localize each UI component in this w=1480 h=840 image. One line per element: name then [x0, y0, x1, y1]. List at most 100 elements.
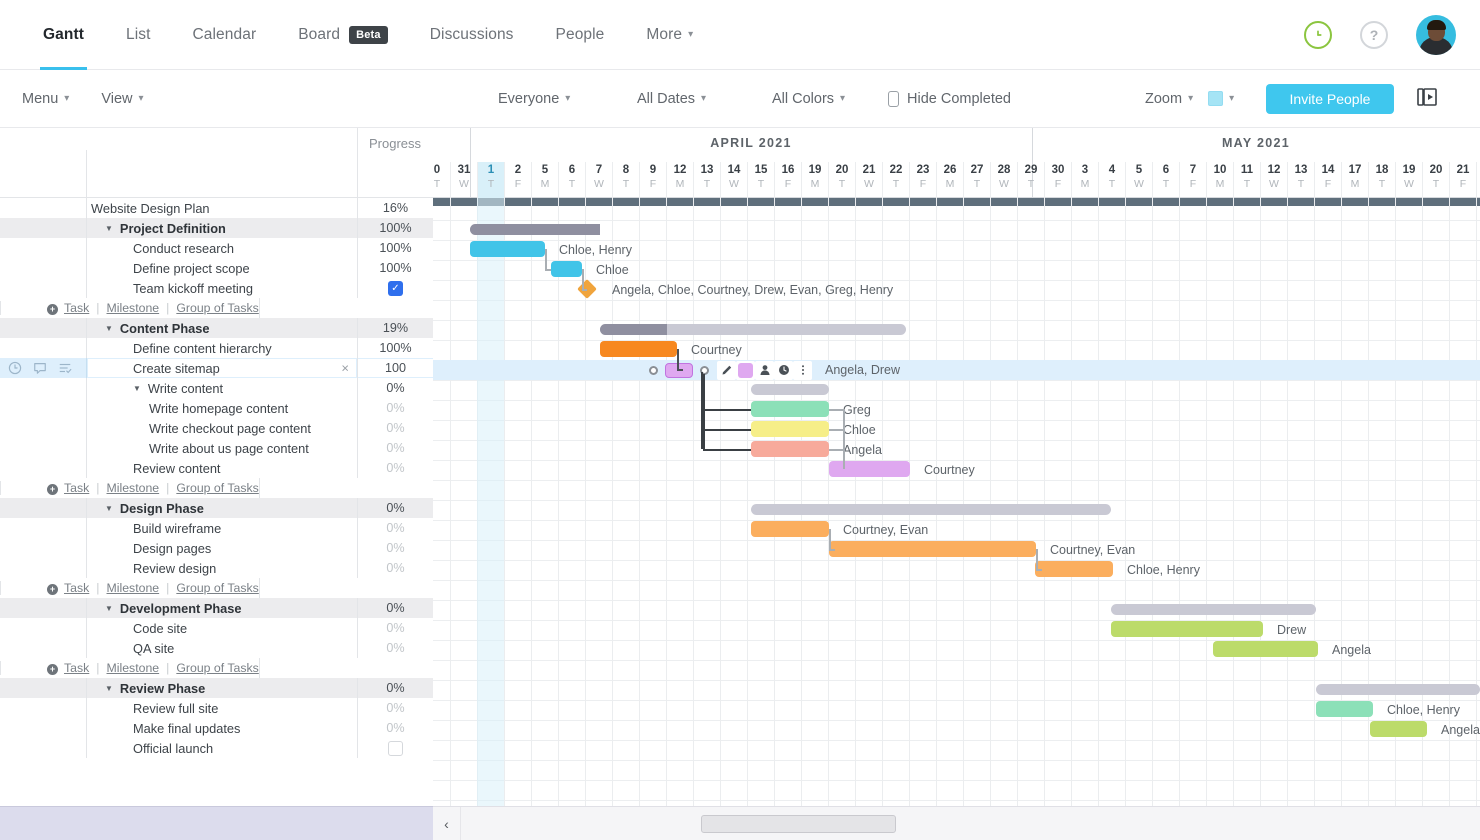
add-task-link[interactable]: Task: [64, 661, 89, 675]
task-bar[interactable]: [751, 521, 829, 537]
task-bar[interactable]: [1370, 721, 1427, 737]
task-name-cell[interactable]: ▼ Development Phase: [86, 598, 357, 618]
day-column-header[interactable]: 2F: [504, 162, 531, 198]
progress-cell[interactable]: ✓: [357, 278, 433, 298]
day-column-header[interactable]: 6T: [1152, 162, 1179, 198]
clock-icon[interactable]: [774, 360, 793, 380]
summary-bar[interactable]: [600, 324, 906, 335]
task-row[interactable]: Website Design Plan 16%: [0, 198, 433, 218]
day-column-header[interactable]: 1T: [477, 162, 504, 198]
tab-list[interactable]: List: [105, 0, 172, 70]
day-column-header[interactable]: 4T: [1098, 162, 1125, 198]
tab-board[interactable]: Board Beta: [277, 0, 409, 70]
task-row[interactable]: Code site 0%: [0, 618, 433, 638]
progress-cell[interactable]: 16%: [357, 198, 433, 218]
task-bar[interactable]: [600, 341, 677, 357]
progress-cell[interactable]: 0%: [357, 618, 433, 638]
task-row[interactable]: QA site 0%: [0, 638, 433, 658]
horizontal-scrollbar[interactable]: ‹: [433, 806, 1480, 840]
help-icon[interactable]: ?: [1360, 20, 1388, 49]
task-name-cell[interactable]: Review design: [86, 558, 357, 578]
collapse-triangle-icon[interactable]: ▼: [105, 224, 113, 233]
avatar[interactable]: [1416, 14, 1456, 55]
day-column-header[interactable]: 27 T: [963, 162, 990, 198]
progress-cell[interactable]: 0%: [357, 698, 433, 718]
day-column-header[interactable]: 18 T: [1368, 162, 1395, 198]
day-column-header[interactable]: 30 F: [1044, 162, 1071, 198]
progress-cell[interactable]: [357, 358, 433, 378]
everyone-filter[interactable]: Everyone ▾: [498, 91, 570, 107]
milestone-diamond[interactable]: [577, 279, 597, 299]
hide-completed-toggle[interactable]: Hide Completed: [888, 90, 1011, 107]
plus-icon[interactable]: +: [47, 484, 58, 495]
task-row[interactable]: Write homepage content 0%: [0, 398, 433, 418]
task-name-cell[interactable]: ▼ Project Definition: [86, 218, 357, 238]
task-row[interactable]: Team kickoff meeting ✓: [0, 278, 433, 298]
day-column-header[interactable]: 10 M: [1206, 162, 1233, 198]
summary-bar[interactable]: [751, 504, 1111, 515]
day-column-header[interactable]: 28 W: [990, 162, 1017, 198]
task-name-cell[interactable]: ▼ Write content: [86, 378, 357, 398]
progress-cell[interactable]: 0%: [357, 678, 433, 698]
chevron-down-icon[interactable]: ▾: [1229, 93, 1234, 104]
scroll-left-button[interactable]: ‹: [433, 806, 461, 840]
task-group-row[interactable]: ▼ Content Phase 19%: [0, 318, 433, 338]
task-group-row[interactable]: ▼ Review Phase 0%: [0, 678, 433, 698]
task-name-cell[interactable]: Team kickoff meeting: [86, 278, 357, 298]
task-name-cell[interactable]: Write checkout page content: [86, 418, 357, 438]
task-group-row[interactable]: ▼ Design Phase 0%: [0, 498, 433, 518]
progress-cell[interactable]: 100%: [357, 238, 433, 258]
task-name-cell[interactable]: Define project scope: [86, 258, 357, 278]
task-row[interactable]: Build wireframe 0%: [0, 518, 433, 538]
color-swatch-icon[interactable]: [1208, 91, 1224, 106]
task-row[interactable]: ×: [0, 358, 433, 378]
collapse-triangle-icon[interactable]: ▼: [105, 604, 113, 613]
task-row[interactable]: Design pages 0%: [0, 538, 433, 558]
add-milestone-link[interactable]: Milestone: [107, 661, 160, 675]
clock-icon[interactable]: [8, 361, 22, 375]
bar-resize-handle-left[interactable]: [649, 365, 658, 375]
completed-checkbox[interactable]: ✓: [388, 280, 403, 296]
task-name-cell[interactable]: ▼ Review Phase: [86, 678, 357, 698]
view-dropdown[interactable]: View ▾: [101, 91, 143, 107]
task-bar[interactable]: [751, 401, 829, 417]
task-bar[interactable]: [751, 441, 829, 457]
day-column-header[interactable]: 23 F: [909, 162, 936, 198]
tab-gantt[interactable]: Gantt: [22, 0, 105, 70]
progress-cell[interactable]: 100%: [357, 218, 433, 238]
day-column-header[interactable]: 5W: [1125, 162, 1152, 198]
task-name-input[interactable]: [88, 359, 356, 377]
task-name-cell[interactable]: Official launch: [86, 738, 357, 758]
add-milestone-link[interactable]: Milestone: [107, 481, 160, 495]
tab-more[interactable]: More ▾: [625, 0, 714, 70]
task-name-cell[interactable]: ×: [86, 358, 357, 378]
day-column-header[interactable]: 14 W: [720, 162, 747, 198]
day-column-header[interactable]: 31 W: [450, 162, 477, 198]
summary-bar[interactable]: [1111, 604, 1316, 615]
task-bar[interactable]: [1035, 561, 1113, 577]
task-name-cell[interactable]: Design pages: [86, 538, 357, 558]
plus-icon[interactable]: +: [47, 584, 58, 595]
task-name-cell[interactable]: Website Design Plan: [86, 198, 357, 218]
task-bar[interactable]: [1111, 621, 1263, 637]
task-row[interactable]: ▼ Write content 0%: [0, 378, 433, 398]
progress-cell[interactable]: 19%: [357, 318, 433, 338]
day-column-header[interactable]: 24M: [1476, 162, 1480, 198]
add-group-link[interactable]: Group of Tasks: [176, 481, 258, 495]
progress-input[interactable]: [358, 359, 433, 377]
day-column-header[interactable]: 20 T: [1422, 162, 1449, 198]
day-column-header[interactable]: 8T: [612, 162, 639, 198]
tab-calendar[interactable]: Calendar: [172, 0, 278, 70]
task-row[interactable]: Write checkout page content 0%: [0, 418, 433, 438]
progress-cell[interactable]: 0%: [357, 398, 433, 418]
time-tracking-icon[interactable]: [1304, 20, 1332, 49]
day-column-header[interactable]: 19 W: [1395, 162, 1422, 198]
task-name-cell[interactable]: QA site: [86, 638, 357, 658]
summary-bar[interactable]: [470, 224, 600, 235]
task-name-cell[interactable]: Conduct research: [86, 238, 357, 258]
progress-cell[interactable]: [357, 738, 433, 758]
day-column-header[interactable]: 12 W: [1260, 162, 1287, 198]
task-row[interactable]: Official launch: [0, 738, 433, 758]
comment-icon[interactable]: [33, 361, 47, 375]
task-name-cell[interactable]: Code site: [86, 618, 357, 638]
